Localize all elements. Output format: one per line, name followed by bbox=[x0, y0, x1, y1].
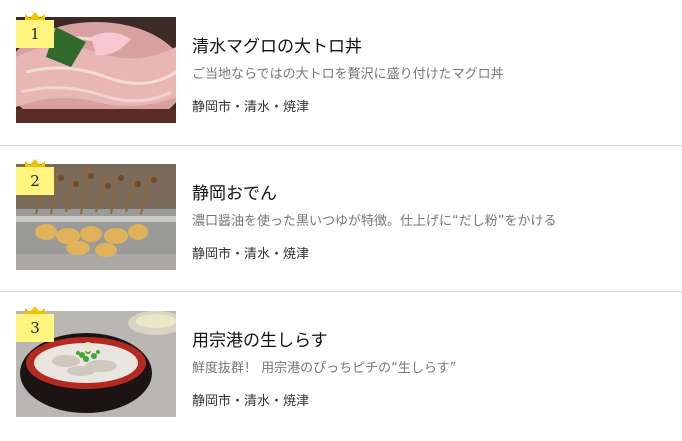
rank-badge: 1 bbox=[16, 12, 54, 48]
item-location-tags: 静岡市・清水・焼津 bbox=[192, 100, 310, 115]
item-description: ご当地ならではの大トロを贅沢に盛り付けたマグロ丼 bbox=[192, 67, 504, 82]
ranking-list: 1 清水マグロの大トロ丼 ご当地ならではの大トロを贅沢に盛り付けたマグロ丼 静岡… bbox=[0, 0, 682, 430]
rank-number: 3 bbox=[16, 314, 54, 342]
rank-badge: 3 bbox=[16, 306, 54, 342]
item-location-tags: 静岡市・清水・焼津 bbox=[192, 394, 310, 409]
rank-number: 1 bbox=[16, 20, 54, 48]
rank-number: 2 bbox=[16, 167, 54, 195]
item-title[interactable]: 清水マグロの大トロ丼 bbox=[192, 32, 362, 57]
item-title[interactable]: 用宗港の生しらす bbox=[192, 326, 328, 351]
divider bbox=[0, 291, 682, 292]
list-item[interactable]: 2 静岡おでん 濃口醤油を使った黒いつゆが特徴。仕上げに“だし粉”をかける 静岡… bbox=[0, 147, 682, 294]
rank-badge: 2 bbox=[16, 159, 54, 195]
item-title[interactable]: 静岡おでん bbox=[192, 179, 277, 204]
item-description: 鮮度抜群！ 用宗港のぴっちピチの“生しらす” bbox=[192, 361, 457, 376]
list-item[interactable]: 3 用宗港の生しらす 鮮度抜群！ 用宗港のぴっちピチの“生しらす” 静岡市・清水… bbox=[0, 294, 682, 441]
item-location-tags: 静岡市・清水・焼津 bbox=[192, 247, 310, 262]
item-description: 濃口醤油を使った黒いつゆが特徴。仕上げに“だし粉”をかける bbox=[192, 214, 557, 229]
divider bbox=[0, 145, 682, 146]
list-item[interactable]: 1 清水マグロの大トロ丼 ご当地ならではの大トロを贅沢に盛り付けたマグロ丼 静岡… bbox=[0, 0, 682, 147]
